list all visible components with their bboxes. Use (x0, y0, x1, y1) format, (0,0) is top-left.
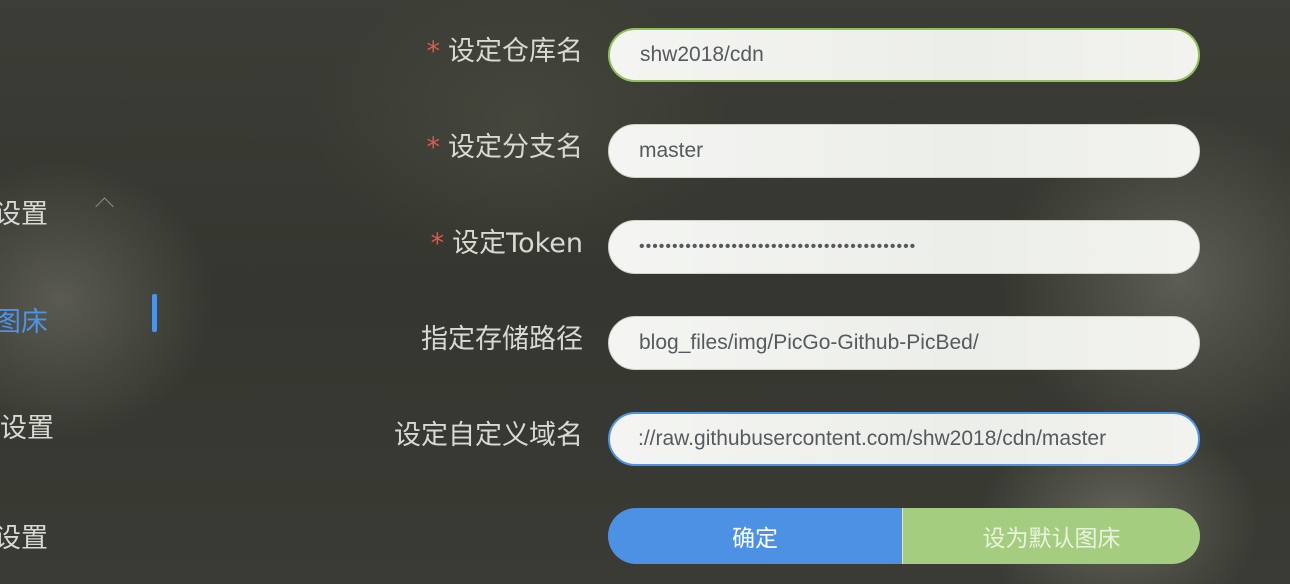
path-label: 指定存储路径 (421, 324, 583, 355)
form-row-token: * 设定Token (360, 220, 1205, 276)
sidebar-item-settings-2[interactable]: 设置 (0, 516, 48, 555)
required-star: * (430, 228, 445, 259)
form-row-repo: * 设定仓库名 (360, 28, 1205, 84)
branch-label-text: 设定分支名 (448, 132, 583, 163)
token-label: * 设定Token (431, 220, 583, 276)
token-label-text: 设定Token (452, 228, 583, 259)
active-indicator (152, 294, 157, 332)
sidebar: 设置 图床 设置 设置 (0, 0, 170, 584)
required-star: * (426, 36, 441, 67)
set-default-picbed-button[interactable]: 设为默认图床 (902, 508, 1200, 564)
form-row-branch: * 设定分支名 (360, 124, 1205, 180)
repo-input[interactable] (608, 28, 1200, 82)
path-input[interactable] (608, 316, 1200, 370)
form-row-custom-url: 设定自定义域名 (360, 412, 1205, 468)
sidebar-item-label: 图床 (0, 307, 48, 338)
token-input[interactable] (608, 220, 1200, 274)
chevron-up-icon[interactable] (95, 197, 114, 216)
sidebar-item-label: 设置 (0, 413, 54, 444)
confirm-button[interactable]: 确定 (608, 508, 902, 564)
sidebar-item-settings[interactable]: 设置 (0, 406, 54, 445)
required-star: * (426, 132, 441, 163)
repo-label: * 设定仓库名 (427, 28, 584, 84)
branch-label: * 设定分支名 (427, 124, 584, 180)
sidebar-item-picbed-active[interactable]: 图床 (0, 300, 48, 339)
form-row-path: 指定存储路径 (360, 316, 1205, 372)
sidebar-item-label: 设置 (0, 523, 48, 554)
custom-url-input[interactable] (608, 412, 1200, 466)
sidebar-item-settings-group[interactable]: 设置 (0, 192, 48, 231)
branch-input[interactable] (608, 124, 1200, 178)
sidebar-item-label: 设置 (0, 199, 48, 230)
action-button-group: 确定 设为默认图床 (608, 508, 1200, 564)
custom-url-label: 设定自定义域名 (394, 420, 583, 451)
repo-label-text: 设定仓库名 (448, 36, 583, 67)
